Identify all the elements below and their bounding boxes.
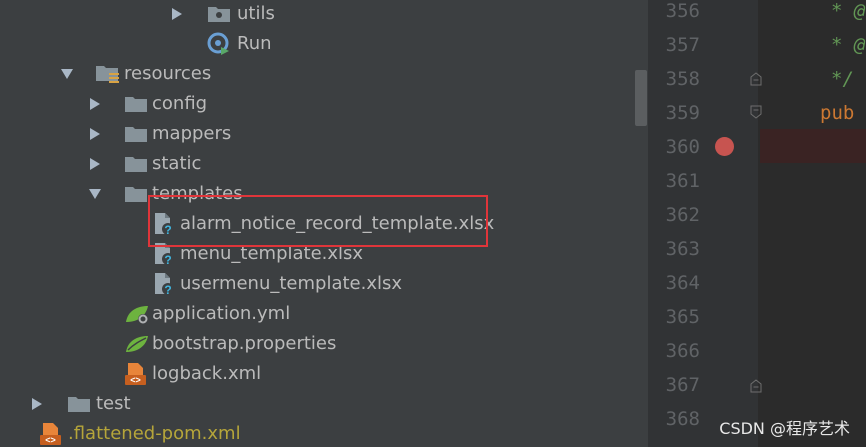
- code-line[interactable]: pub: [820, 96, 854, 130]
- expanded-arrow-icon[interactable]: [87, 179, 103, 209]
- expanded-arrow-icon[interactable]: [59, 59, 75, 89]
- collapsed-arrow-icon[interactable]: [29, 389, 45, 419]
- line-number: 362: [665, 204, 700, 226]
- tree-item-label: .flattened-pom.xml: [68, 423, 241, 444]
- folder-icon: [124, 119, 150, 149]
- tree-item-run[interactable]: Run: [0, 29, 648, 59]
- tree-item-label: application.yml: [152, 303, 291, 324]
- line-number: 364: [665, 272, 700, 294]
- tree-item-label: resources: [124, 63, 212, 84]
- code-line[interactable]: * @: [831, 0, 865, 28]
- line-number: 367: [665, 374, 700, 396]
- editor-gutter: 356 357 358 359 360 361 362 363 364 365 366 367 368: [648, 0, 758, 447]
- tree-item-logback-xml[interactable]: <> logback.xml: [0, 359, 648, 389]
- package-folder-icon: [207, 0, 233, 29]
- xml-file-icon: <>: [124, 359, 150, 389]
- folder-icon: [124, 149, 150, 179]
- tree-item-mappers[interactable]: mappers: [0, 119, 648, 149]
- code-line[interactable]: */: [831, 62, 854, 96]
- tree-item-label: Run: [237, 33, 272, 54]
- svg-text:<>: <>: [45, 435, 56, 445]
- tree-item-application-yml[interactable]: application.yml: [0, 299, 648, 329]
- code-line[interactable]: * @: [831, 28, 865, 62]
- run-config-icon: [207, 29, 233, 59]
- tree-item-label: logback.xml: [152, 363, 262, 384]
- collapsed-arrow-icon[interactable]: [87, 119, 103, 149]
- spring-leaf-icon: [124, 329, 150, 359]
- tree-item-label: static: [152, 153, 202, 174]
- unknown-file-icon: ?: [153, 269, 179, 299]
- line-number: 363: [665, 238, 700, 260]
- tree-item-bootstrap-properties[interactable]: bootstrap.properties: [0, 329, 648, 359]
- tree-item-label: usermenu_template.xlsx: [180, 273, 403, 294]
- tree-item-usermenu-template-xlsx[interactable]: ? usermenu_template.xlsx: [0, 269, 648, 299]
- folder-icon: [124, 89, 150, 119]
- collapsed-arrow-icon[interactable]: [169, 0, 185, 29]
- line-number: 357: [665, 34, 700, 56]
- watermark: CSDN @程序艺术: [719, 419, 850, 438]
- tree-item-flattened-pom-xml[interactable]: <> .flattened-pom.xml: [0, 419, 648, 447]
- spring-config-icon: [124, 299, 150, 329]
- line-number: 360: [665, 136, 700, 158]
- breakpoint-icon[interactable]: [715, 137, 734, 156]
- fold-end-marker-icon[interactable]: [750, 378, 762, 393]
- svg-text:?: ?: [164, 283, 171, 296]
- tree-item-config[interactable]: config: [0, 89, 648, 119]
- line-number: 368: [665, 408, 700, 430]
- code-editor[interactable]: 356 357 358 359 360 361 362 363 364 365 366 367 368 …: [648, 0, 866, 447]
- line-number: 356: [665, 0, 700, 22]
- fold-start-marker-icon[interactable]: [750, 104, 762, 119]
- folder-icon: [67, 389, 93, 419]
- tree-scrollbar-thumb[interactable]: [635, 70, 647, 126]
- tree-item-test[interactable]: test: [0, 389, 648, 419]
- line-number: 358: [665, 68, 700, 90]
- line-number: 359: [665, 102, 700, 124]
- xml-file-icon: <>: [39, 419, 65, 447]
- tree-item-label: mappers: [152, 123, 232, 144]
- project-tree-panel: utils Run resources config mappers static temp…: [0, 0, 648, 447]
- folder-icon: [124, 179, 150, 209]
- tree-item-label: bootstrap.properties: [152, 333, 337, 354]
- tree-item-static[interactable]: static: [0, 149, 648, 179]
- svg-text:<>: <>: [130, 375, 141, 385]
- tree-item-utils[interactable]: utils: [0, 0, 648, 29]
- resources-folder-icon: [95, 59, 121, 89]
- highlight-annotation: [148, 195, 488, 247]
- breakpoint-line-highlight: [760, 129, 866, 163]
- fold-end-marker-icon[interactable]: [750, 71, 762, 86]
- line-number: 366: [665, 340, 700, 362]
- collapsed-arrow-icon[interactable]: [87, 89, 103, 119]
- tree-item-label: utils: [237, 3, 275, 24]
- line-number: 365: [665, 306, 700, 328]
- tree-item-label: test: [96, 393, 131, 414]
- tree-item-resources[interactable]: resources: [0, 59, 648, 89]
- tree-item-label: config: [152, 93, 208, 114]
- line-number: 361: [665, 170, 700, 192]
- svg-text:?: ?: [164, 253, 171, 266]
- collapsed-arrow-icon[interactable]: [87, 149, 103, 179]
